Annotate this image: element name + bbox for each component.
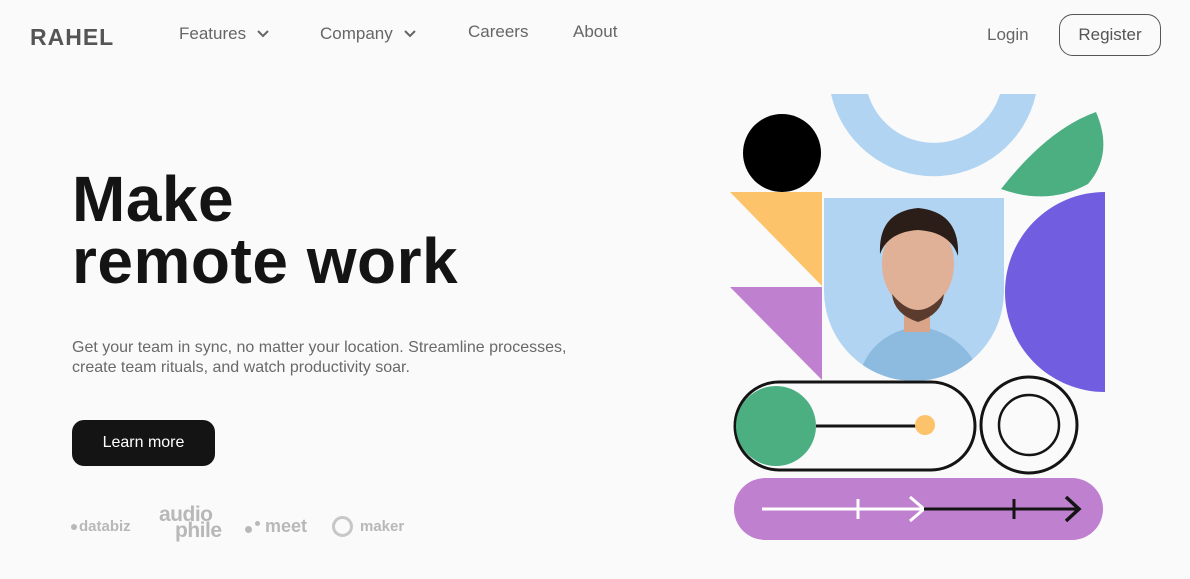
client-logo-maker: maker [332,516,404,537]
hero-illustration [730,94,1105,540]
nav-item-label: Features [179,24,247,43]
top-navigation: RAHEL Features Company Careers About Log… [0,0,1190,70]
learn-more-button[interactable]: Learn more [72,420,215,466]
toggle-knob [736,386,816,466]
toggle-dot [915,415,935,435]
client-logo-text: meet [265,516,308,536]
nav-item-company[interactable]: Company [320,24,417,44]
nav-item-careers[interactable]: Careers [468,22,528,42]
client-logo-text: databiz [79,518,131,535]
nav-item-label: Careers [468,22,529,41]
brand-logo[interactable]: RAHEL [30,24,114,51]
register-button[interactable]: Register [1059,14,1161,56]
maker-mark-icon [332,516,353,537]
yellow-triangle-shape [730,192,822,286]
nav-item-label: Company [320,24,393,43]
violet-halfcircle-shape [1005,192,1105,392]
chevron-down-icon [257,30,269,38]
purple-triangle-shape [730,287,822,380]
hero-title-line2: remote work [72,225,459,297]
client-logo-databiz: databiz [71,518,131,535]
client-logo-meet: meet [245,516,307,537]
client-logo-audiophile: audio phile [159,504,222,541]
blue-arch-shape [831,94,1036,177]
inner-ring-shape [997,393,1061,457]
dot-icon [71,523,77,530]
dot-icon [255,521,260,526]
hero-subtitle: Get your team in sync, no matter your lo… [72,338,612,378]
chevron-down-icon [404,30,416,38]
black-circle-shape [743,114,821,192]
client-logo-text: maker [360,518,405,535]
nav-item-features[interactable]: Features [179,24,270,44]
login-link[interactable]: Login [987,25,1029,45]
hero-subtitle-line2: create team rituals, and watch productiv… [72,359,410,376]
nav-item-about[interactable]: About [573,22,617,42]
dot-icon [245,526,252,533]
hero-title: Make remote work [72,167,458,293]
outer-ring-shape [979,375,1079,475]
nav-item-label: About [573,22,618,41]
hero-subtitle-line1: Get your team in sync, no matter your lo… [72,339,567,356]
